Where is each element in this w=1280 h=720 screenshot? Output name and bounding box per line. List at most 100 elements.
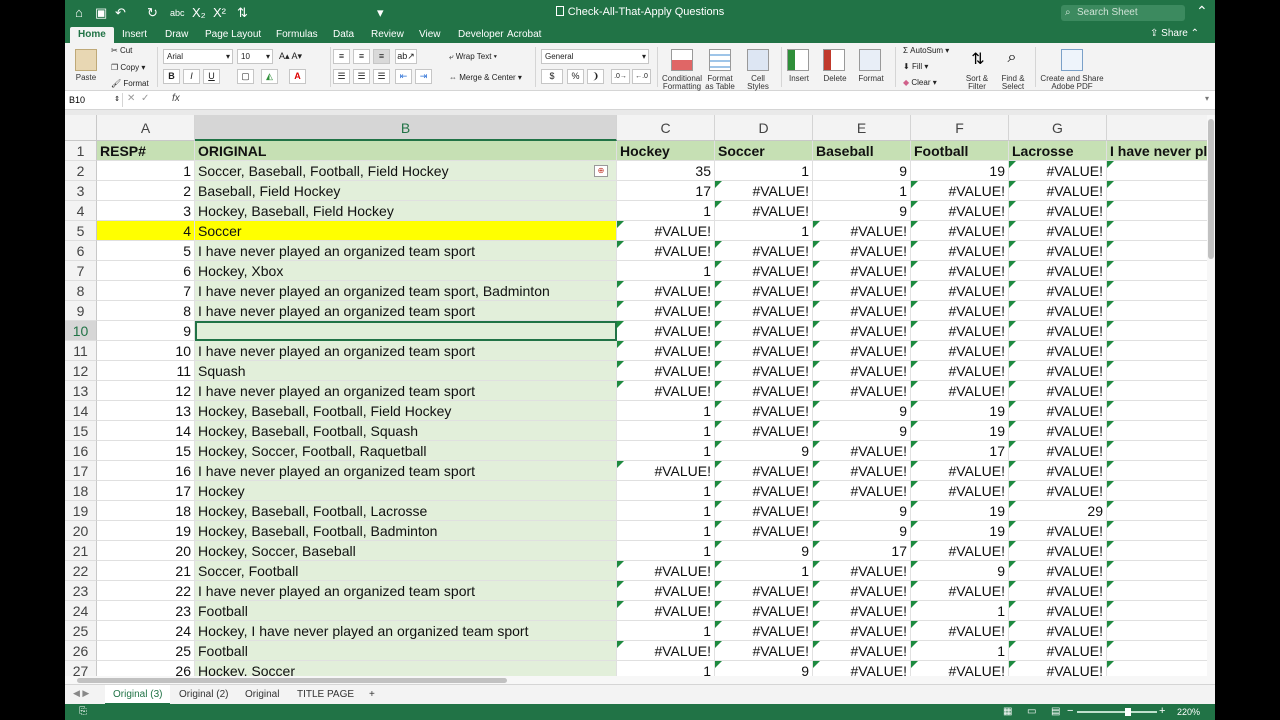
formula-cell[interactable]: 1 xyxy=(911,601,1009,621)
formula-cell[interactable]: 1 xyxy=(813,181,911,201)
formula-cell[interactable]: #VALUE! xyxy=(911,241,1009,261)
formula-cell[interactable]: 9 xyxy=(715,441,813,461)
formula-cell[interactable]: #VALUE! xyxy=(813,361,911,381)
decrease-decimal-icon[interactable]: ←.0 xyxy=(632,69,651,84)
formula-cell[interactable]: #VALUE! xyxy=(715,421,813,441)
formula-cell[interactable]: #VALUE! xyxy=(1009,261,1107,281)
align-top-icon[interactable]: ≡ xyxy=(333,49,350,64)
tab-review[interactable]: Review xyxy=(371,27,404,43)
formula-cell[interactable] xyxy=(1107,661,1207,676)
sheet-tab-title-page[interactable]: TITLE PAGE xyxy=(289,685,362,705)
formula-cell[interactable]: #VALUE! xyxy=(1009,461,1107,481)
adobe-pdf-icon[interactable] xyxy=(1061,49,1083,71)
fill-color-icon[interactable]: ◭ xyxy=(261,69,278,84)
formula-cell[interactable]: #VALUE! xyxy=(911,581,1009,601)
resp-cell[interactable]: 24 xyxy=(97,621,195,641)
formula-cell[interactable]: 9 xyxy=(911,561,1009,581)
formula-cell[interactable]: #VALUE! xyxy=(617,321,715,341)
row-header[interactable]: 7 xyxy=(65,261,97,281)
sheet-tab-original[interactable]: Original xyxy=(237,685,287,705)
resp-cell[interactable]: 6 xyxy=(97,261,195,281)
row-header[interactable]: 12 xyxy=(65,361,97,381)
number-format-select[interactable]: General ▾ xyxy=(541,49,649,64)
row-header[interactable]: 9 xyxy=(65,301,97,321)
formula-cell[interactable]: #VALUE! xyxy=(813,601,911,621)
resp-cell[interactable]: 4 xyxy=(97,221,195,241)
row-header[interactable]: 17 xyxy=(65,461,97,481)
formula-cell[interactable]: #VALUE! xyxy=(1009,661,1107,676)
formula-cell[interactable]: #VALUE! xyxy=(911,481,1009,501)
formula-cell[interactable]: #VALUE! xyxy=(617,301,715,321)
formula-cell[interactable]: #VALUE! xyxy=(715,181,813,201)
formula-cell[interactable]: 9 xyxy=(813,421,911,441)
formula-cell[interactable]: #VALUE! xyxy=(813,461,911,481)
formula-cell[interactable]: #VALUE! xyxy=(813,641,911,661)
row-header[interactable]: 15 xyxy=(65,421,97,441)
formula-cell[interactable] xyxy=(1107,201,1207,221)
original-answer-cell[interactable]: Football xyxy=(195,601,617,621)
merge-center-button[interactable]: ⇔ Merge & Center ▾ xyxy=(449,73,522,82)
resp-cell[interactable]: 7 xyxy=(97,281,195,301)
formula-cell[interactable]: #VALUE! xyxy=(1009,621,1107,641)
formula-cell[interactable] xyxy=(1107,401,1207,421)
formula-cell[interactable]: 9 xyxy=(715,541,813,561)
formula-cell[interactable]: #VALUE! xyxy=(617,641,715,661)
row-header[interactable]: 6 xyxy=(65,241,97,261)
row-header[interactable]: 8 xyxy=(65,281,97,301)
formula-cell[interactable]: 1 xyxy=(617,261,715,281)
formula-cell[interactable]: #VALUE! xyxy=(1009,281,1107,301)
normal-view-icon[interactable]: ▦ xyxy=(1003,706,1012,717)
formula-cell[interactable]: 17 xyxy=(911,441,1009,461)
row-header[interactable]: 21 xyxy=(65,541,97,561)
formula-cell[interactable]: #VALUE! xyxy=(911,201,1009,221)
add-sheet-button[interactable]: + xyxy=(361,685,383,705)
align-middle-icon[interactable]: ≡ xyxy=(353,49,370,64)
zoom-in-button[interactable]: + xyxy=(1159,705,1165,717)
page-layout-view-icon[interactable]: ▭ xyxy=(1027,706,1036,717)
resp-cell[interactable]: 21 xyxy=(97,561,195,581)
resp-cell[interactable]: 26 xyxy=(97,661,195,676)
formula-cell[interactable]: #VALUE! xyxy=(715,521,813,541)
formula-cell[interactable]: #VALUE! xyxy=(911,221,1009,241)
formula-cell[interactable] xyxy=(1107,281,1207,301)
resp-cell[interactable]: 25 xyxy=(97,641,195,661)
formula-cell[interactable]: #VALUE! xyxy=(911,341,1009,361)
original-answer-cell[interactable]: Football xyxy=(195,641,617,661)
formula-cell[interactable]: #VALUE! xyxy=(813,481,911,501)
formula-cell[interactable]: 19 xyxy=(911,501,1009,521)
original-answer-cell[interactable]: I have never played an organized team sp… xyxy=(195,461,617,481)
formula-cell[interactable]: 1 xyxy=(617,441,715,461)
orientation-icon[interactable]: ab↗ xyxy=(395,49,417,64)
resp-cell[interactable]: 22 xyxy=(97,581,195,601)
tab-acrobat[interactable]: Acrobat xyxy=(507,27,541,43)
formula-cell[interactable]: #VALUE! xyxy=(715,201,813,221)
column-header-f[interactable]: F xyxy=(911,115,1009,141)
formula-cell[interactable]: #VALUE! xyxy=(1009,241,1107,261)
formula-cell[interactable]: #VALUE! xyxy=(715,621,813,641)
decrease-indent-icon[interactable]: ⇤ xyxy=(395,69,412,84)
row-header[interactable]: 5 xyxy=(65,221,97,241)
original-answer-cell[interactable]: Soccer, Football xyxy=(195,561,617,581)
row-header[interactable]: 13 xyxy=(65,381,97,401)
autosum-button[interactable]: Σ AutoSum ▾ xyxy=(903,46,949,55)
formula-cell[interactable]: #VALUE! xyxy=(715,581,813,601)
resp-cell[interactable]: 23 xyxy=(97,601,195,621)
sort-icon[interactable]: ⇅ xyxy=(237,4,248,22)
original-answer-cell[interactable]: Hockey xyxy=(195,481,617,501)
header-cell[interactable]: Football xyxy=(911,141,1009,161)
formula-input[interactable] xyxy=(189,93,1199,107)
original-answer-cell[interactable]: I have never played an organized team sp… xyxy=(195,241,617,261)
formula-cell[interactable]: #VALUE! xyxy=(617,601,715,621)
formula-cell[interactable] xyxy=(1107,361,1207,381)
original-answer-cell[interactable]: Hockey, Soccer, Baseball xyxy=(195,541,617,561)
formula-cell[interactable]: 1 xyxy=(911,641,1009,661)
formula-cell[interactable]: #VALUE! xyxy=(813,321,911,341)
header-cell[interactable]: Hockey xyxy=(617,141,715,161)
formula-cell[interactable]: #VALUE! xyxy=(1009,561,1107,581)
formula-cell[interactable]: #VALUE! xyxy=(715,501,813,521)
original-answer-cell[interactable]: I have never played an organized team sp… xyxy=(195,581,617,601)
formula-cell[interactable]: #VALUE! xyxy=(715,341,813,361)
column-header-e[interactable]: E xyxy=(813,115,911,141)
formula-cell[interactable]: #VALUE! xyxy=(813,561,911,581)
cancel-icon[interactable]: ✕ xyxy=(127,93,135,104)
